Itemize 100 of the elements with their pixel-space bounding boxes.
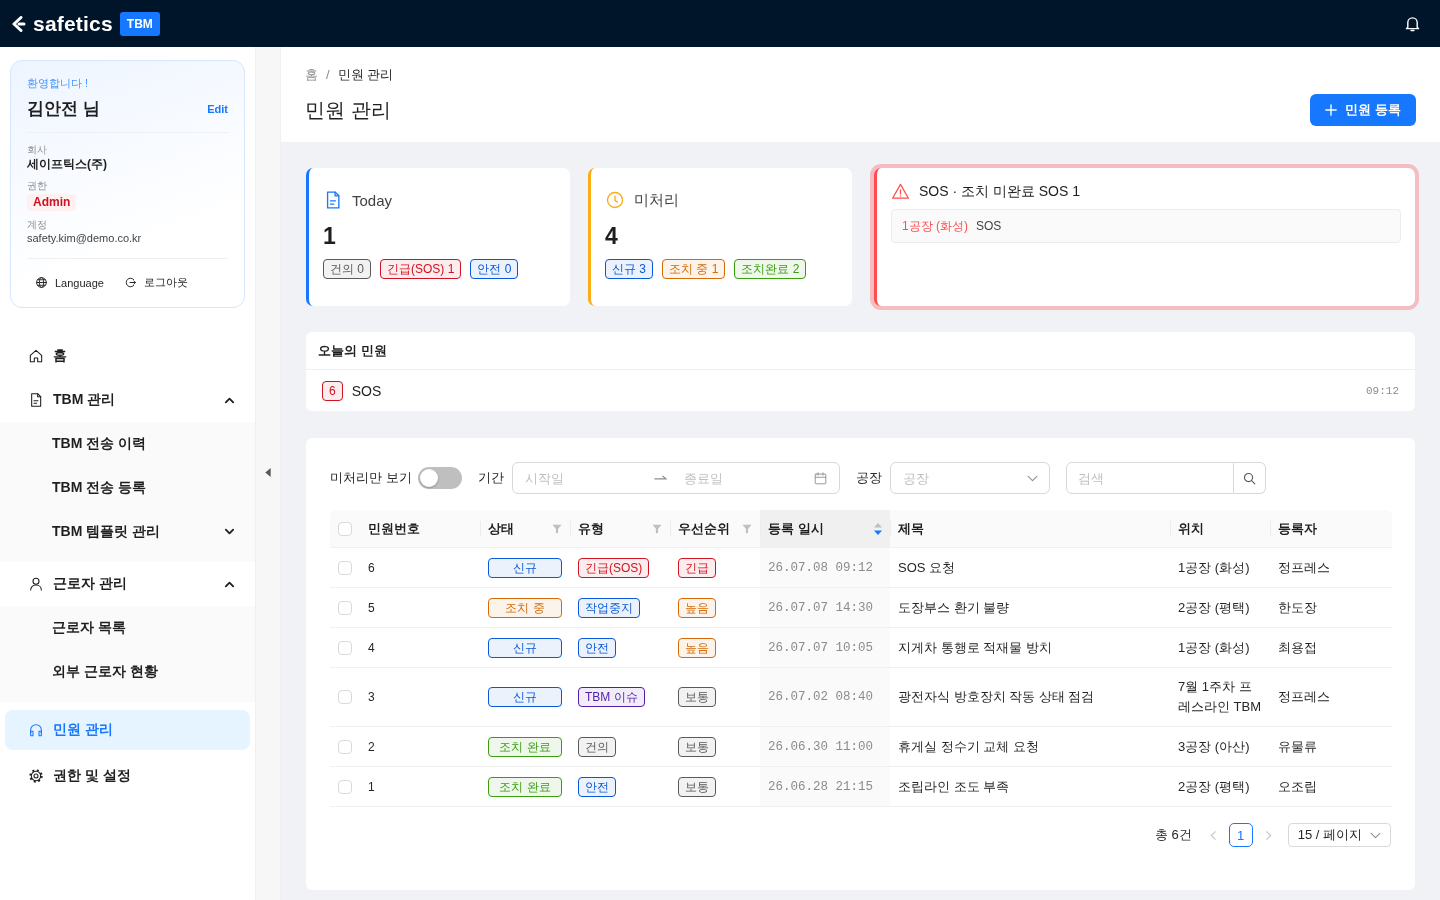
priority-tag: 긴급	[678, 557, 716, 578]
type-tag: 작업중지	[578, 597, 640, 618]
field-value: safety.kim@demo.co.kr	[27, 231, 143, 246]
sos-item[interactable]: 1공장 (화성) SOS	[891, 209, 1401, 243]
priority-tag: 보통	[678, 687, 716, 707]
person-icon	[28, 576, 44, 592]
table-cell-text: 지게차 통행로 적재물 방치	[897, 638, 1053, 657]
filter-label: 기간	[477, 469, 504, 487]
table-cell-text: 6	[367, 559, 376, 577]
date-range-field[interactable]: 시작일 종료일	[511, 462, 840, 494]
card-title: Today	[352, 191, 393, 209]
priority-tag: 보통	[678, 776, 716, 797]
type-tag: 긴급(SOS)	[578, 557, 650, 578]
count-tag: 조치 중 1	[662, 259, 726, 279]
add-request-button[interactable]: 민원 등록	[1310, 94, 1416, 126]
status-tag: 신규	[488, 687, 562, 707]
filter-icon[interactable]	[742, 523, 752, 534]
select-all-checkbox[interactable]	[338, 521, 352, 536]
table-cell-text: 1공장 (화성)	[1177, 558, 1251, 577]
table-cell-text: 휴게실 정수기 교체 요청	[897, 737, 1040, 756]
table-cell-text: 광전자식 방호장치 작동 상태 점검	[897, 688, 1096, 706]
row-checkbox[interactable]	[338, 560, 352, 575]
table-cell: 26.07.02 08:40	[760, 668, 890, 726]
factory-select[interactable]: 공장	[889, 462, 1050, 494]
row-checkbox[interactable]	[338, 779, 352, 794]
nav-item[interactable]: TBM 관리	[0, 378, 255, 422]
count-tag: 신규 3	[605, 259, 653, 279]
type-tag: 안전	[578, 776, 616, 797]
row-checkbox[interactable]	[338, 640, 352, 655]
search-button[interactable]	[1233, 462, 1266, 494]
column-header[interactable]: 우선순위	[678, 519, 730, 538]
column-header[interactable]: 민원번호	[368, 519, 420, 538]
nav-item[interactable]: 근로자 관리	[0, 562, 255, 606]
count-tag: 긴급(SOS) 1	[380, 259, 462, 279]
sort-icon[interactable]	[874, 522, 882, 535]
filter-icon[interactable]	[652, 523, 662, 534]
table-cell-text: 정프레스	[1277, 558, 1331, 577]
request-type: SOS	[351, 382, 383, 399]
search-field[interactable]: 검색	[1065, 462, 1234, 494]
toggle-switch[interactable]	[417, 467, 462, 489]
table-cell-text: 3	[367, 689, 376, 706]
count-tag: 안전 0	[470, 259, 519, 279]
table-cell-text: 3공장 (아산)	[1177, 737, 1251, 756]
nav-subitem[interactable]: TBM 템플릿 관리	[0, 510, 255, 554]
column-header[interactable]: 위치	[1178, 519, 1204, 538]
logout-button[interactable]: 로그아웃	[123, 275, 188, 290]
home-icon	[28, 348, 44, 364]
clock-icon	[605, 190, 625, 210]
plus-icon	[1325, 104, 1338, 116]
filter-label: 공장	[855, 469, 882, 487]
nav-subitem[interactable]: TBM 전송 등록	[0, 466, 255, 510]
type-tag: 건의	[578, 736, 616, 757]
row-checkbox[interactable]	[338, 690, 352, 704]
chevron-down-icon	[1026, 475, 1038, 482]
total-count: 총 6건	[1154, 826, 1192, 844]
row-checkbox[interactable]	[338, 739, 352, 754]
calendar-icon	[813, 471, 827, 485]
end-date-input[interactable]: 종료일	[684, 468, 806, 488]
breadcrumb-current: 민원 관리	[337, 66, 394, 84]
table-cell: 26.07.07 10:05	[760, 628, 890, 667]
page-button[interactable]: 1	[1228, 823, 1253, 847]
column-header[interactable]: 등록자	[1278, 519, 1317, 538]
count-tag: 조치완료 2	[734, 259, 807, 279]
gear-icon	[28, 768, 44, 784]
field-label: 계정	[27, 218, 48, 231]
priority-tag: 높음	[678, 637, 716, 658]
table-cell-text: 오조립	[1277, 777, 1318, 796]
greeting-text: 환영합니다 !	[27, 76, 90, 91]
breadcrumb-link[interactable]: 홈	[305, 66, 318, 84]
row-checkbox[interactable]	[338, 600, 352, 615]
nav-subitem[interactable]: TBM 전송 이력	[0, 422, 255, 466]
column-header[interactable]: 유형	[578, 519, 604, 538]
sos-location: 1공장 (화성)	[902, 217, 968, 235]
table-cell-text: SOS 요청	[897, 558, 957, 577]
filter-icon[interactable]	[552, 523, 562, 534]
collapse-sidebar-icon[interactable]	[265, 468, 271, 477]
notification-bell-icon[interactable]	[1405, 15, 1420, 32]
language-button[interactable]: Language	[35, 275, 104, 290]
today-request-row[interactable]: 6 SOS 09:12	[306, 370, 1415, 411]
request-number-tag: 6	[322, 380, 343, 401]
page-size-select[interactable]: 15 / 페이지	[1287, 823, 1391, 847]
status-tag: 신규	[488, 637, 562, 658]
table-cell-text: 한도장	[1277, 598, 1318, 617]
column-header[interactable]: 제목	[898, 519, 924, 538]
table-cell-text: 1공장 (화성)	[1177, 638, 1251, 657]
table-cell-text: 2	[367, 738, 376, 756]
nav-item[interactable]: 홈	[0, 334, 255, 378]
nav-subitem[interactable]: 외부 근로자 현황	[0, 650, 255, 694]
table-cell-text: 7월 1주차 프레스라인 TBM	[1177, 678, 1263, 716]
nav-item[interactable]: 권한 및 설정	[0, 754, 255, 798]
field-value: 세이프틱스(주)	[27, 156, 108, 172]
edit-link[interactable]: Edit	[207, 102, 228, 115]
sos-type: SOS	[976, 219, 1002, 233]
start-date-input[interactable]: 시작일	[524, 468, 647, 488]
nav-item[interactable]: 민원 관리	[5, 710, 250, 750]
nav-subitem[interactable]: 근로자 목록	[0, 606, 255, 650]
type-tag: 안전	[578, 637, 616, 658]
column-header[interactable]: 상태	[488, 519, 514, 538]
table-cell: 26.06.28 21:15	[760, 767, 890, 806]
breadcrumb-separator: /	[326, 66, 330, 84]
